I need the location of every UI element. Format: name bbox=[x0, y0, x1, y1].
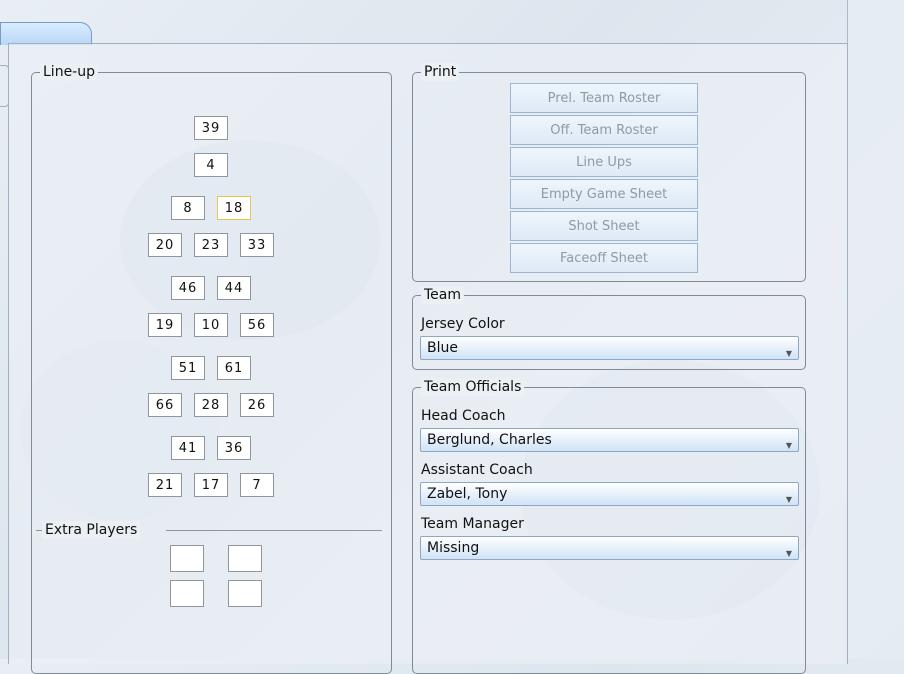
empty-game-sheet-button[interactable]: Empty Game Sheet bbox=[510, 179, 698, 209]
team-manager-select[interactable]: Missing ▼ bbox=[420, 536, 799, 560]
jersey-color-select[interactable]: Blue ▼ bbox=[420, 336, 799, 360]
team-title: Team bbox=[421, 286, 465, 304]
jersey-number-box[interactable]: 17 bbox=[194, 473, 228, 497]
extra-player-slot[interactable] bbox=[170, 580, 204, 607]
jersey-number-box[interactable]: 20 bbox=[148, 233, 182, 257]
jersey-number-box[interactable]: 33 bbox=[240, 233, 274, 257]
chevron-down-icon: ▼ bbox=[785, 549, 792, 558]
team-manager-label: Team Manager bbox=[421, 516, 524, 532]
print-title: Print bbox=[421, 63, 460, 81]
jersey-number-box[interactable]: 51 bbox=[171, 356, 205, 380]
off-team-roster-button[interactable]: Off. Team Roster bbox=[510, 115, 698, 145]
team-manager-value: Missing bbox=[427, 540, 480, 556]
shot-sheet-button[interactable]: Shot Sheet bbox=[510, 211, 698, 241]
jersey-number-box[interactable]: 8 bbox=[171, 196, 205, 220]
jersey-number-box[interactable]: 56 bbox=[240, 313, 274, 337]
jersey-number-box[interactable]: 10 bbox=[194, 313, 228, 337]
line-ups-button[interactable]: Line Ups bbox=[510, 147, 698, 177]
jersey-number-box[interactable]: 61 bbox=[217, 356, 251, 380]
jersey-number-box[interactable]: 23 bbox=[194, 233, 228, 257]
team-officials-title: Team Officials bbox=[421, 378, 525, 396]
head-coach-select[interactable]: Berglund, Charles ▼ bbox=[420, 428, 799, 452]
extra-player-slot[interactable] bbox=[228, 545, 262, 572]
extra-player-slot[interactable] bbox=[170, 545, 204, 572]
head-coach-label: Head Coach bbox=[421, 408, 506, 424]
main-panel: Line-up 39 4 8 18 20 23 33 46 44 19 10 56 51 61 66 28 26… bbox=[8, 43, 848, 674]
assistant-coach-label: Assistant Coach bbox=[421, 462, 533, 478]
jersey-number-box[interactable]: 39 bbox=[194, 116, 228, 140]
jersey-color-value: Blue bbox=[427, 340, 458, 356]
jersey-number-box[interactable]: 66 bbox=[148, 393, 182, 417]
assistant-coach-select[interactable]: Zabel, Tony ▼ bbox=[420, 482, 799, 506]
print-group: Print Prel. Team Roster Off. Team Roster… bbox=[412, 63, 806, 282]
lineup-group: Line-up 39 4 8 18 20 23 33 46 44 19 10 56 51 61 66 28 26… bbox=[31, 63, 392, 674]
team-officials-group: Team Officials Head Coach Berglund, Char… bbox=[412, 378, 806, 674]
faceoff-sheet-button[interactable]: Faceoff Sheet bbox=[510, 243, 698, 273]
jersey-number-box[interactable]: 18 bbox=[217, 196, 251, 220]
chevron-down-icon: ▼ bbox=[785, 495, 792, 504]
right-side-pane bbox=[847, 0, 904, 659]
extra-players-label: Extra Players bbox=[42, 521, 141, 539]
chevron-down-icon: ▼ bbox=[785, 441, 792, 450]
team-group: Team Jersey Color Blue ▼ bbox=[412, 286, 806, 370]
jersey-number-box[interactable]: 26 bbox=[240, 393, 274, 417]
extra-players-divider bbox=[166, 530, 382, 531]
prel-team-roster-button[interactable]: Prel. Team Roster bbox=[510, 83, 698, 113]
tab-header[interactable] bbox=[0, 22, 92, 45]
chevron-down-icon: ▼ bbox=[785, 349, 792, 358]
jersey-number-box[interactable]: 41 bbox=[171, 436, 205, 460]
head-coach-value: Berglund, Charles bbox=[427, 432, 552, 448]
lineup-title: Line-up bbox=[40, 63, 98, 81]
jersey-number-box[interactable]: 19 bbox=[148, 313, 182, 337]
jersey-number-box[interactable]: 7 bbox=[240, 473, 274, 497]
assistant-coach-value: Zabel, Tony bbox=[427, 486, 508, 502]
jersey-color-label: Jersey Color bbox=[421, 316, 505, 332]
jersey-number-box[interactable]: 21 bbox=[148, 473, 182, 497]
jersey-number-box[interactable]: 36 bbox=[217, 436, 251, 460]
jersey-number-box[interactable]: 4 bbox=[194, 153, 228, 177]
jersey-number-box[interactable]: 46 bbox=[171, 276, 205, 300]
jersey-number-box[interactable]: 28 bbox=[194, 393, 228, 417]
extra-player-slot[interactable] bbox=[228, 580, 262, 607]
jersey-number-box[interactable]: 44 bbox=[217, 276, 251, 300]
